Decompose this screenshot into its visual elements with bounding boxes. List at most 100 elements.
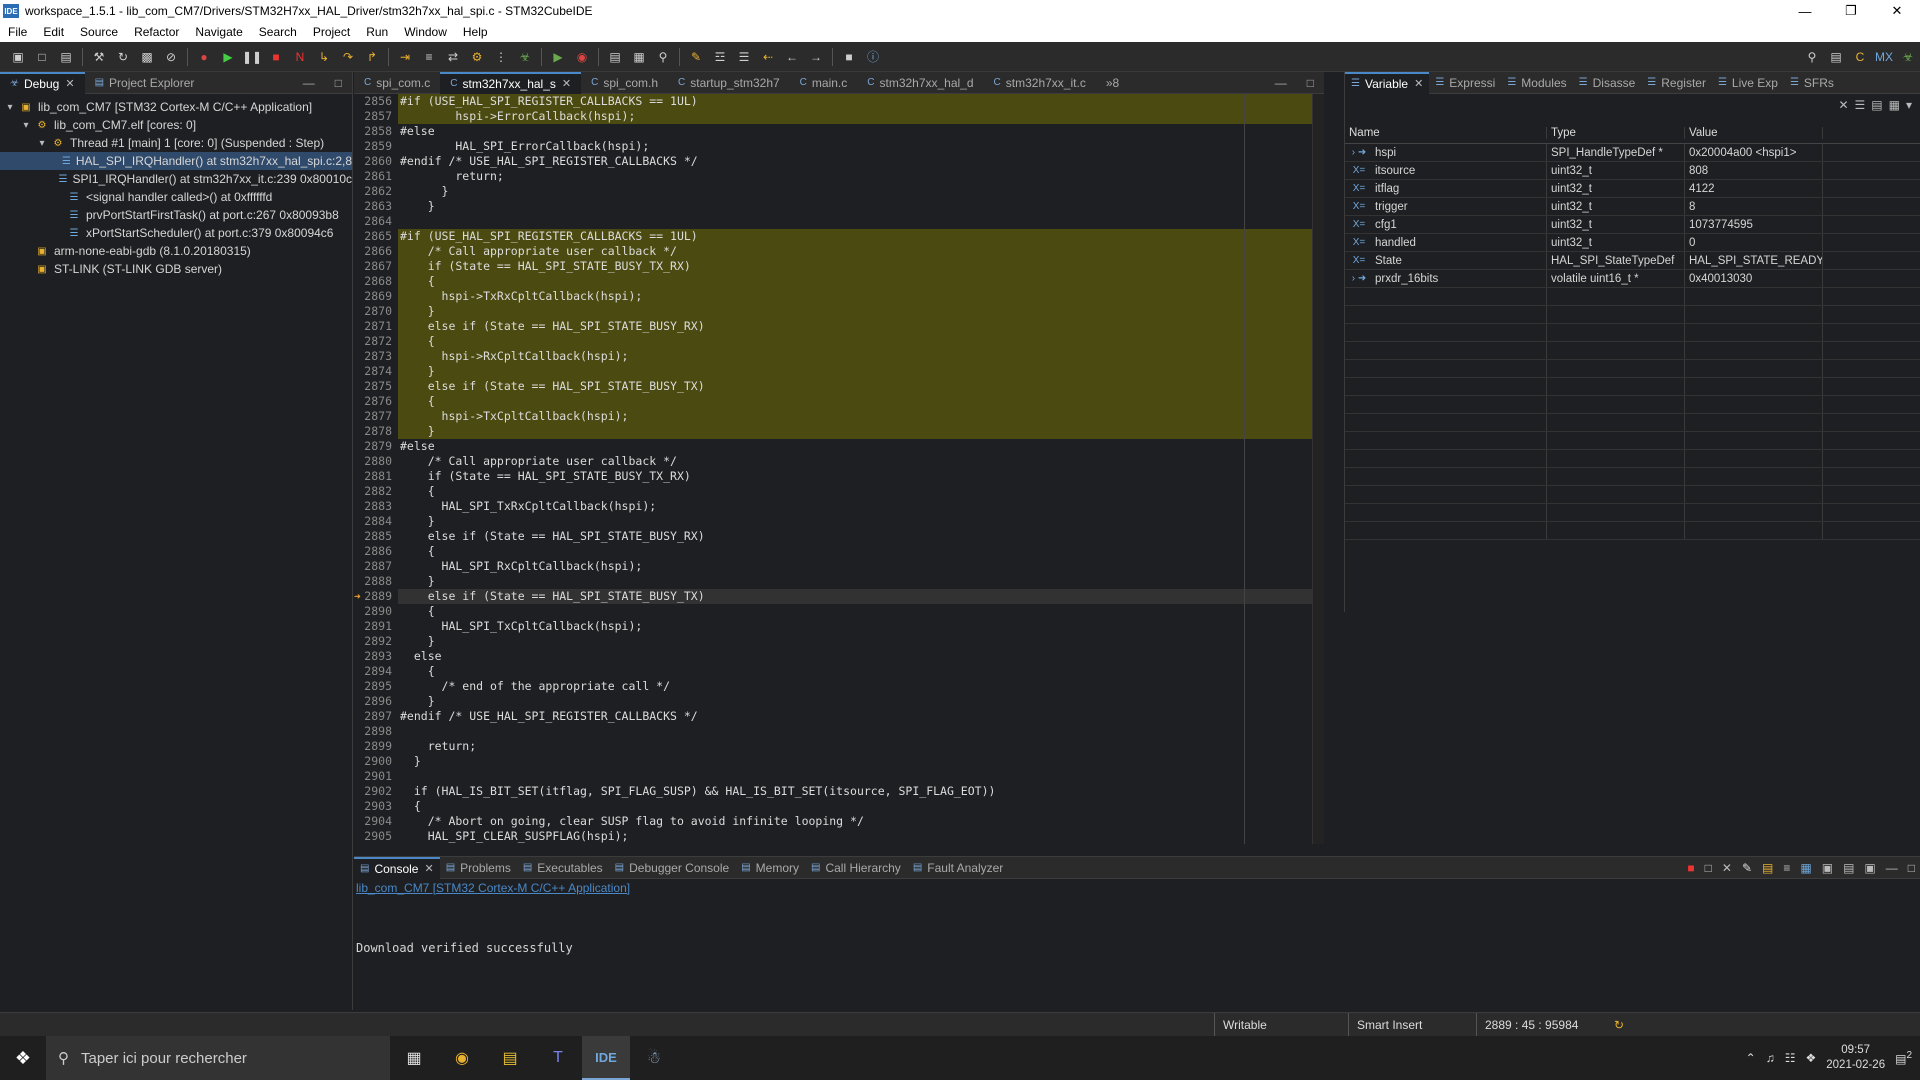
maximize-view-icon[interactable]: □ <box>1297 72 1324 94</box>
windows-start-icon[interactable]: ❖ <box>0 1036 46 1080</box>
menu-project[interactable]: Project <box>305 25 358 39</box>
terminate-icon[interactable]: ■ <box>267 48 285 66</box>
tab-startup-stm32h7[interactable]: Cstartup_stm32h7 <box>668 72 790 94</box>
tab-main-c[interactable]: Cmain.c <box>790 72 858 94</box>
column-header[interactable]: Name <box>1345 126 1547 139</box>
mark-occurrences-icon[interactable]: ✎ <box>687 48 705 66</box>
variable-row[interactable]: X= itsource uint32_t 808 <box>1345 162 1920 180</box>
tab-stm32h7xx-it-c[interactable]: Cstm32h7xx_it.c <box>984 72 1096 94</box>
mx-perspective-icon[interactable]: MX <box>1875 48 1893 66</box>
tab-register[interactable]: ☰ Register <box>1641 72 1712 94</box>
maximize-view-icon[interactable]: □ <box>325 72 352 94</box>
variable-row[interactable]: X= State HAL_SPI_StateTypeDef HAL_SPI_STATE… <box>1345 252 1920 270</box>
dropbox-icon[interactable]: ❖ <box>1806 1051 1817 1065</box>
menu-window[interactable]: Window <box>396 25 455 39</box>
coverage-icon[interactable]: ◉ <box>573 48 591 66</box>
new-console-icon[interactable]: ▣ <box>1859 857 1880 879</box>
menu-search[interactable]: Search <box>251 25 305 39</box>
restart-icon[interactable]: ≡ <box>420 48 438 66</box>
new-icon[interactable]: ▣ <box>9 48 27 66</box>
clear-console-icon[interactable]: ✎ <box>1737 857 1757 879</box>
cpp-perspective-icon[interactable]: C <box>1851 48 1869 66</box>
terminate-icon[interactable]: ■ <box>1682 857 1699 879</box>
variable-row[interactable]: X= trigger uint32_t 8 <box>1345 198 1920 216</box>
variable-row[interactable]: X= cfg1 uint32_t 1073774595 <box>1345 216 1920 234</box>
file-explorer-icon[interactable]: ▤ <box>486 1036 534 1080</box>
debug-tree-item[interactable]: ☰ SPI1_IRQHandler() at stm32h7xx_it.c:239… <box>0 170 352 188</box>
chrome-icon[interactable]: ◉ <box>438 1036 486 1080</box>
build-icon[interactable]: ⚒ <box>90 48 108 66</box>
view-menu-icon[interactable]: ▾ <box>1906 98 1912 112</box>
task-view-icon[interactable]: ▦ <box>390 1036 438 1080</box>
minimize-view-icon[interactable]: — <box>293 72 325 94</box>
debug-tree-item[interactable]: ☰ prvPortStartFirstTask() at port.c:267 0… <box>0 206 352 224</box>
debug-tree-item[interactable]: ☰ xPortStartScheduler() at port.c:379 0x8… <box>0 224 352 242</box>
close-icon[interactable]: ✕ <box>1414 77 1423 90</box>
save-icon[interactable]: □ <box>33 48 51 66</box>
close-icon[interactable]: ✕ <box>424 862 433 875</box>
tab-stm32h7xx-hal-d[interactable]: Cstm32h7xx_hal_d <box>857 72 983 94</box>
scroll-lock-icon[interactable]: ▤ <box>1757 857 1778 879</box>
tab-variable[interactable]: ☰ Variable ✕ <box>1345 71 1430 94</box>
terminal-icon[interactable]: ▩ <box>138 48 156 66</box>
chevron-down-icon[interactable]: ▾ <box>36 138 48 149</box>
stm32cubeide-icon[interactable]: IDE <box>582 1036 630 1080</box>
run-icon[interactable]: ▶ <box>549 48 567 66</box>
variable-row[interactable]: X= itflag uint32_t 4122 <box>1345 180 1920 198</box>
tab-sfrs[interactable]: ☰ SFRs <box>1784 72 1840 94</box>
skip-all-icon[interactable]: ● <box>195 48 213 66</box>
debug-tree-item[interactable]: ▾ ▣ lib_com_CM7 [STM32 Cortex-M C/C++ Appl… <box>0 98 352 116</box>
debug-tree-item[interactable]: ▾ ⚙ Thread #1 [main] 1 [core: 0] (Suspende… <box>0 134 352 152</box>
debug-icon[interactable]: ☣ <box>516 48 534 66</box>
word-wrap-icon[interactable]: ≡ <box>1778 857 1795 879</box>
menu-run[interactable]: Run <box>358 25 396 39</box>
menu-source[interactable]: Source <box>72 25 126 39</box>
teams-icon[interactable]: T <box>534 1036 582 1080</box>
quick-access-search-icon[interactable]: ⚲ <box>1803 48 1821 66</box>
remove-launch-icon[interactable]: □ <box>1700 857 1717 879</box>
next-annotation-icon[interactable]: ☰ <box>735 48 753 66</box>
volume-icon[interactable]: ♫ <box>1766 1051 1775 1065</box>
step-into-icon[interactable]: ↳ <box>315 48 333 66</box>
menu-edit[interactable]: Edit <box>35 25 72 39</box>
display-console-icon[interactable]: ▤ <box>1838 857 1859 879</box>
tab-executables[interactable]: ▤ Executables <box>517 857 609 879</box>
maximize-view-icon[interactable]: □ <box>1903 857 1920 879</box>
tab-memory[interactable]: ▤ Memory <box>735 857 805 879</box>
tab-console[interactable]: ▤ Console ✕ <box>354 856 440 879</box>
app-icon[interactable]: ☃ <box>630 1036 678 1080</box>
close-icon[interactable]: ✕ <box>65 77 74 90</box>
column-header[interactable]: Value <box>1685 126 1823 139</box>
more-tabs-button[interactable]: » 8 <box>1096 72 1129 94</box>
code-area[interactable]: 2856 #if (USE_HAL_SPI_REGISTER_CALLBACKS … <box>354 94 1324 844</box>
debug-tree-item[interactable]: ▣ arm-none-eabi-gdb (8.1.0.20180315) <box>0 242 352 260</box>
chevron-down-icon[interactable]: ▾ <box>4 102 16 113</box>
instruction-step-icon[interactable]: ⇥ <box>396 48 414 66</box>
debug-config-icon[interactable]: ⚙ <box>468 48 486 66</box>
tab-stm32h7xx-hal-s[interactable]: Cstm32h7xx_hal_s ✕ <box>440 71 582 94</box>
menu-file[interactable]: File <box>0 25 35 39</box>
debug-tree-item[interactable]: ☰ HAL_SPI_IRQHandler() at stm32h7xx_hal_s… <box>0 152 352 170</box>
editor-scrollbar[interactable] <box>1312 94 1324 844</box>
variable-row[interactable]: X= handled uint32_t 0 <box>1345 234 1920 252</box>
disconnect-icon[interactable]: N <box>291 48 309 66</box>
perspective-icon[interactable]: ▤ <box>1827 48 1845 66</box>
tab-disasse[interactable]: ☰ Disasse <box>1573 72 1642 94</box>
layout-icon[interactable]: ▦ <box>1889 98 1900 112</box>
save-all-icon[interactable]: ▤ <box>57 48 75 66</box>
tab-live-exp[interactable]: ☰ Live Exp <box>1712 72 1784 94</box>
refresh-icon[interactable]: ↻ <box>114 48 132 66</box>
resume-icon[interactable]: ▶ <box>219 48 237 66</box>
tab-debugger-console[interactable]: ▤ Debugger Console <box>609 857 736 879</box>
annotation-icon[interactable]: ☲ <box>711 48 729 66</box>
show-types-icon[interactable]: ☰ <box>1855 98 1866 112</box>
chevron-right-icon[interactable]: › ➜ <box>1349 273 1369 284</box>
tab-problems[interactable]: ▤ Problems <box>440 857 517 879</box>
clock[interactable]: 09:57 2021-02-26 <box>1826 1043 1885 1073</box>
tab-project-explorer[interactable]: ▤ Project Explorer <box>85 72 205 94</box>
column-header[interactable]: Type <box>1547 126 1685 139</box>
show-on-output-icon[interactable]: ▦ <box>1795 857 1816 879</box>
remove-all-icon[interactable]: ✕ <box>1717 857 1737 879</box>
external-tools-icon[interactable]: ⋮ <box>492 48 510 66</box>
pin-icon[interactable]: ■ <box>840 48 858 66</box>
